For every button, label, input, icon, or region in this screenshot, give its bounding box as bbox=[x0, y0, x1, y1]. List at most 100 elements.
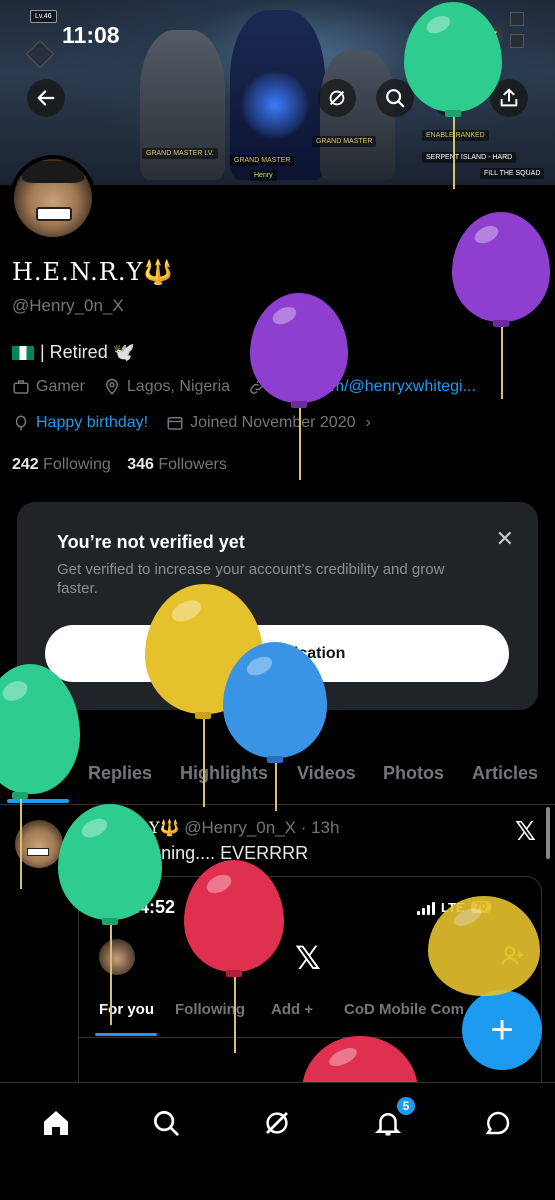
profile-handle: @Henry_0n_X bbox=[12, 296, 124, 315]
tab-videos[interactable]: Videos bbox=[297, 763, 356, 784]
profile-bio: | Retired 🕊️ bbox=[12, 342, 135, 363]
chevron-right-icon[interactable]: › bbox=[366, 414, 371, 432]
embed-add-user-icon bbox=[501, 946, 523, 965]
briefcase-icon bbox=[13, 380, 29, 394]
verification-card: You’re not verified yet Get verified to … bbox=[17, 502, 538, 710]
post-media-screenshot[interactable]: 14:52 LTE 70 𝕏 For you Following Add + C… bbox=[78, 876, 542, 1096]
tab-articles[interactable]: Articles bbox=[472, 763, 538, 784]
balloon-icon bbox=[15, 415, 27, 431]
post-author-name[interactable]: H.E.N.R.Y🔱 bbox=[78, 818, 179, 837]
search-icon bbox=[154, 1111, 179, 1136]
following-link[interactable]: 242 Following bbox=[12, 456, 111, 473]
profile-tabs: Posts Replies Highlights Videos Photos A… bbox=[0, 755, 555, 805]
embed-tab-indicator bbox=[95, 1033, 157, 1036]
edit-button[interactable] bbox=[432, 79, 470, 117]
post-author-handle[interactable]: @Henry_0n_X bbox=[184, 818, 296, 837]
banner-hud-box bbox=[510, 34, 524, 48]
profile-link[interactable]: tiktok.com/@henryxwhitegi... bbox=[272, 378, 476, 396]
post-author-avatar[interactable] bbox=[15, 820, 63, 868]
banner-hud-box bbox=[510, 12, 524, 26]
status-time: 11:08 bbox=[62, 22, 120, 48]
profile-banner: Lv.46 GRAND MASTER LV. GRAND MASTER GRAN… bbox=[0, 0, 555, 185]
status-indicators: LTE 55 bbox=[408, 26, 503, 46]
x-logo-icon: 𝕏 bbox=[515, 816, 536, 846]
banner-hud-label: GRAND MASTER LV. bbox=[142, 148, 218, 159]
search-button[interactable] bbox=[376, 79, 414, 117]
tab-photos[interactable]: Photos bbox=[383, 763, 444, 784]
avatar-mouth bbox=[36, 207, 72, 221]
followers-count: 346 bbox=[127, 456, 154, 473]
signal-icon bbox=[408, 28, 430, 44]
banner-hud-label: SERPENT ISLAND - HARD bbox=[422, 152, 517, 163]
post-text: Not happening.... EVERRRR bbox=[78, 843, 309, 863]
followers-label: Followers bbox=[158, 456, 227, 473]
finish-verification-button[interactable]: Finish verification bbox=[45, 625, 509, 682]
grok-icon bbox=[266, 1112, 288, 1134]
grok-icon bbox=[329, 90, 345, 106]
embed-tab-for-you: For you bbox=[99, 1001, 154, 1018]
embed-network-label: LTE bbox=[441, 899, 465, 915]
tab-highlights[interactable]: Highlights bbox=[180, 763, 268, 784]
balloon-decoration bbox=[452, 212, 552, 402]
profile-location: Lagos, Nigeria bbox=[126, 378, 231, 395]
verification-text: Get verified to increase your account’s … bbox=[57, 561, 445, 597]
nigeria-flag-icon bbox=[12, 345, 34, 360]
messages-icon bbox=[485, 1111, 510, 1135]
profile-meta-row-2: Happy birthday! Joined November 2020 › bbox=[12, 414, 371, 432]
nav-grok[interactable] bbox=[257, 1103, 297, 1143]
embed-tab-cod-mobile: CoD Mobile Com bbox=[344, 1001, 464, 1018]
tab-replies[interactable]: Replies bbox=[88, 763, 152, 784]
following-label: Following bbox=[43, 456, 111, 473]
banner-hud-label: ENABLE RANKED bbox=[422, 130, 489, 141]
profile-avatar[interactable] bbox=[10, 155, 96, 241]
nav-home[interactable] bbox=[36, 1103, 76, 1143]
banner-hud-label: GRAND MASTER bbox=[230, 155, 295, 166]
calendar-icon bbox=[167, 417, 183, 430]
battery-indicator: 55 bbox=[476, 27, 503, 45]
followers-link[interactable]: 346 Followers bbox=[127, 456, 227, 473]
embed-tab-following: Following bbox=[175, 1001, 245, 1018]
link-icon bbox=[250, 380, 264, 394]
active-tab-indicator bbox=[7, 799, 69, 803]
following-count: 242 bbox=[12, 456, 39, 473]
embed-tab-add: Add + bbox=[271, 1001, 314, 1018]
embed-battery: 70 bbox=[470, 901, 491, 913]
embed-avatar bbox=[99, 939, 135, 975]
edit-icon bbox=[443, 90, 459, 106]
grok-button[interactable] bbox=[318, 79, 356, 117]
back-arrow-icon bbox=[37, 90, 55, 106]
bio-text: | Retired 🕊️ bbox=[40, 342, 136, 362]
verification-title: You’re not verified yet bbox=[57, 532, 245, 552]
banner-hud-label: GRAND MASTER bbox=[312, 136, 377, 147]
network-label: LTE bbox=[438, 26, 469, 45]
banner-hud-level: Lv.46 bbox=[30, 10, 57, 23]
nav-search[interactable] bbox=[146, 1103, 186, 1143]
home-icon bbox=[44, 1111, 68, 1135]
close-icon[interactable]: ✕ bbox=[496, 526, 514, 552]
avatar-hair bbox=[22, 161, 84, 183]
notification-badge: 5 bbox=[396, 1096, 416, 1116]
embed-status-time: 14:52 bbox=[129, 897, 176, 917]
location-pin-icon bbox=[105, 378, 118, 395]
share-button[interactable] bbox=[490, 79, 528, 117]
profile-joined: Joined November 2020 bbox=[190, 414, 356, 431]
embed-x-logo-icon: 𝕏 bbox=[295, 940, 321, 976]
banner-hud-label: Henry bbox=[250, 170, 277, 181]
post-header: H.E.N.R.Y🔱 @Henry_0n_X · 13h bbox=[78, 818, 339, 838]
scrollbar[interactable] bbox=[546, 807, 550, 859]
nav-messages[interactable] bbox=[478, 1103, 518, 1143]
compose-post-button[interactable]: + bbox=[462, 990, 542, 1070]
back-button[interactable] bbox=[27, 79, 65, 117]
profile-display-name: H.E.N.R.Y🔱 bbox=[12, 258, 175, 286]
share-icon bbox=[500, 88, 518, 107]
post-time: · 13h bbox=[300, 818, 340, 837]
bottom-nav: 5 bbox=[0, 1082, 555, 1200]
birthday-link[interactable]: Happy birthday! bbox=[36, 414, 148, 432]
search-icon bbox=[386, 89, 405, 108]
tab-posts[interactable]: Posts bbox=[12, 763, 61, 784]
embed-status-indicators: LTE 70 bbox=[417, 899, 491, 915]
profile-meta-row: Gamer Lagos, Nigeria tiktok.com/@henryxw… bbox=[12, 378, 476, 396]
embed-signal-icon bbox=[417, 899, 435, 915]
follow-stats: 242 Following 346 Followers bbox=[12, 456, 227, 474]
banner-hud-label: FILL THE SQUAD bbox=[480, 168, 545, 179]
